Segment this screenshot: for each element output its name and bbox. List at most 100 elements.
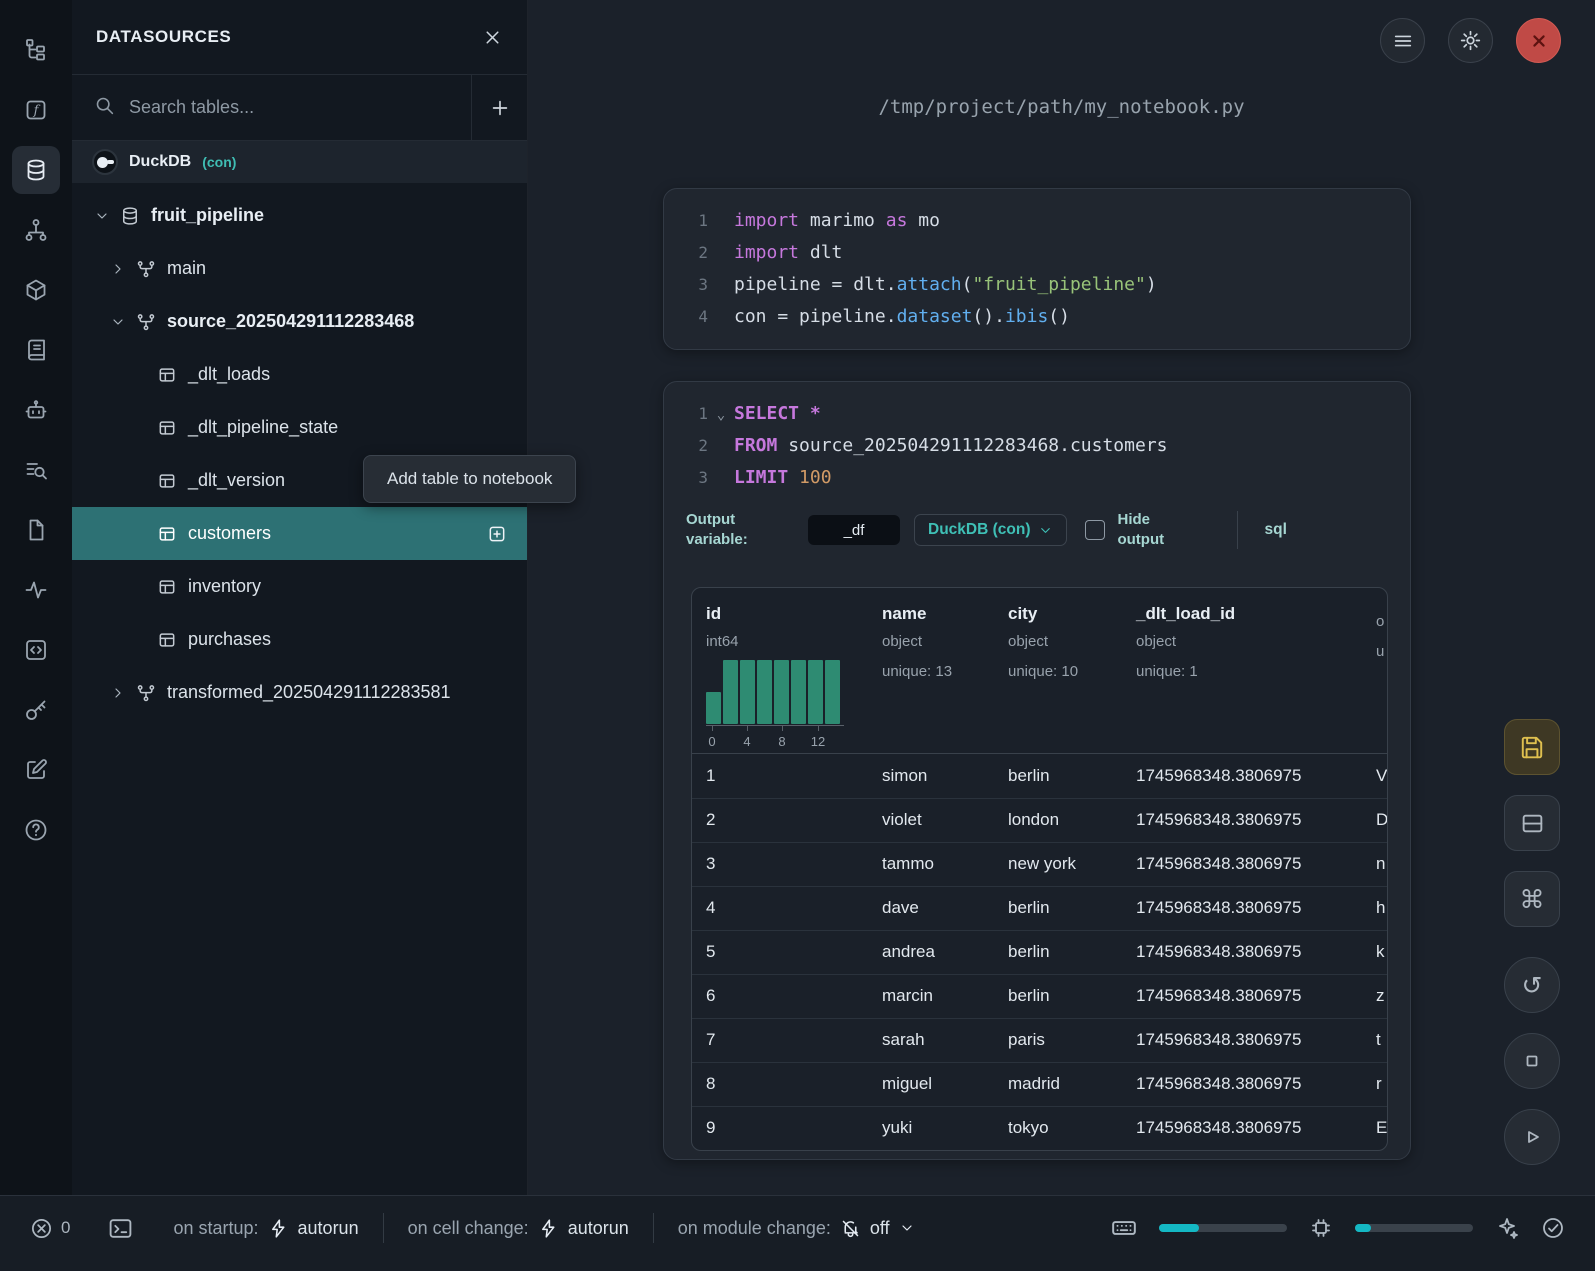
keyboard-shortcuts-button[interactable] (1111, 1215, 1137, 1241)
app-window: f DATASOURCES DuckDB (con) (0, 0, 1595, 1195)
file-tree-icon[interactable] (12, 26, 60, 74)
table-cell: 6 (692, 986, 868, 1006)
table-row[interactable]: 9yukitokyo1745968348.3806975E (692, 1106, 1387, 1150)
keyboard-icon (1111, 1215, 1137, 1241)
engine-dropdown[interactable]: DuckDB (con) (914, 514, 1067, 546)
tree-item-label: _dlt_pipeline_state (188, 417, 338, 438)
table-row[interactable]: 6marcinberlin1745968348.3806975z (692, 974, 1387, 1018)
package-icon[interactable] (12, 266, 60, 314)
compose-icon[interactable] (12, 746, 60, 794)
sql-code[interactable]: 1⌄SELECT *2FROM source_20250429111228346… (686, 398, 1388, 494)
tree-item-table-customers[interactable]: customers (72, 507, 527, 560)
table-cell: dave (868, 898, 994, 918)
code-cell-python[interactable]: 1import marimo as mo2import dlt3pipeline… (663, 188, 1411, 350)
tree-item-table[interactable]: inventory (72, 560, 527, 613)
table-row[interactable]: 3tammonew york1745968348.3806975n (692, 842, 1387, 886)
tree-item-database[interactable]: fruit_pipeline (72, 189, 527, 242)
table-cell: violet (868, 810, 994, 830)
tree-item-schema-main[interactable]: main (72, 242, 527, 295)
function-icon[interactable]: f (12, 86, 60, 134)
table-cell: 5 (692, 942, 868, 962)
command-palette-button[interactable]: ⌘ (1504, 871, 1560, 927)
table-cell: london (994, 810, 1122, 830)
table-row[interactable]: 7sarahparis1745968348.3806975t (692, 1018, 1387, 1062)
schema-icon (136, 683, 158, 703)
tree-item-label: transformed_202504291112283581 (167, 682, 451, 703)
tree-item-table[interactable]: _dlt_pipeline_state (72, 401, 527, 454)
table-cell: miguel (868, 1074, 994, 1094)
undo-button[interactable]: ↺ (1504, 957, 1560, 1013)
table-cell: 4 (692, 898, 868, 918)
tooltip: Add table to notebook (363, 455, 576, 503)
table-cell: E (1362, 1118, 1388, 1138)
chevron-down-icon (1038, 523, 1053, 538)
tree-item-schema-transformed[interactable]: transformed_202504291112283581 (72, 666, 527, 719)
hide-output-checkbox[interactable] (1085, 520, 1105, 540)
run-button[interactable] (1504, 1109, 1560, 1165)
health-button[interactable] (1541, 1216, 1565, 1240)
close-panel-button[interactable] (482, 27, 503, 48)
duckdb-logo-icon (92, 149, 118, 175)
table-cell: marcin (868, 986, 994, 1006)
table-cell: k (1362, 942, 1388, 962)
table-cell: 9 (692, 1118, 868, 1138)
book-icon[interactable] (12, 326, 60, 374)
table-cell: madrid (994, 1074, 1122, 1094)
add-table-to-notebook-button[interactable] (487, 524, 507, 544)
tree-item-label: customers (188, 523, 271, 544)
table-cell: andrea (868, 942, 994, 962)
list-search-icon[interactable] (12, 446, 60, 494)
connection-header[interactable]: DuckDB (con) (72, 141, 527, 183)
terminal-button[interactable] (108, 1216, 133, 1241)
chip-button[interactable] (1309, 1216, 1333, 1240)
table-row[interactable]: 4daveberlin1745968348.3806975h (692, 886, 1387, 930)
on-startup-toggle[interactable]: on startup: autorun (173, 1218, 358, 1239)
tree-item-label: _dlt_loads (188, 364, 270, 385)
robot-icon[interactable] (12, 386, 60, 434)
tree-item-label: source_202504291112283468 (167, 311, 414, 332)
save-button[interactable] (1504, 719, 1560, 775)
add-connection-button[interactable] (471, 75, 527, 140)
table-row[interactable]: 2violetlondon1745968348.3806975D (692, 798, 1387, 842)
tree-item-schema-source[interactable]: source_202504291112283468 (72, 295, 527, 348)
tree-item-table[interactable]: _dlt_loads (72, 348, 527, 401)
width-slider[interactable] (1159, 1224, 1287, 1232)
search-input[interactable] (129, 97, 389, 118)
errors-indicator[interactable]: 0 (30, 1217, 70, 1240)
table-cell: V (1362, 766, 1388, 786)
table-row[interactable]: 8miguelmadrid1745968348.3806975r (692, 1062, 1387, 1106)
settings-button[interactable] (1448, 18, 1493, 63)
table-cell: 1745968348.3806975 (1122, 1074, 1362, 1094)
activity-icon[interactable] (12, 566, 60, 614)
code-cell-sql[interactable]: 1⌄SELECT *2FROM source_20250429111228346… (663, 381, 1411, 1160)
menu-button[interactable] (1380, 18, 1425, 63)
table-cell: 1745968348.3806975 (1122, 810, 1362, 830)
ai-button[interactable] (1495, 1216, 1519, 1240)
on-cell-change-toggle[interactable]: on cell change: autorun (408, 1218, 629, 1239)
help-icon[interactable] (12, 806, 60, 854)
on-module-change-toggle[interactable]: on module change: off (678, 1218, 915, 1239)
graph-icon[interactable] (12, 206, 60, 254)
output-variable-input[interactable] (808, 515, 900, 545)
table-cell: 8 (692, 1074, 868, 1094)
layout-button[interactable] (1504, 795, 1560, 851)
table-row[interactable]: 5andreaberlin1745968348.3806975k (692, 930, 1387, 974)
key-icon[interactable] (12, 686, 60, 734)
divider (383, 1213, 384, 1243)
panel-title: DATASOURCES (96, 27, 231, 47)
table-cell: berlin (994, 898, 1122, 918)
table-cell: tokyo (994, 1118, 1122, 1138)
stop-button[interactable] (1504, 1033, 1560, 1089)
secondary-slider[interactable] (1355, 1224, 1473, 1232)
terminal-icon (108, 1216, 133, 1241)
table-row[interactable]: 1simonberlin1745968348.3806975V (692, 754, 1387, 798)
close-button[interactable] (1516, 18, 1561, 63)
table-cell: tammo (868, 854, 994, 874)
code-icon[interactable] (12, 626, 60, 674)
chip-icon (1309, 1216, 1333, 1240)
datasources-icon[interactable] (12, 146, 60, 194)
id-histogram: 04812 (706, 660, 844, 753)
tree-item-table[interactable]: purchases (72, 613, 527, 666)
python-code[interactable]: 1import marimo as mo2import dlt3pipeline… (686, 205, 1388, 333)
document-icon[interactable] (12, 506, 60, 554)
